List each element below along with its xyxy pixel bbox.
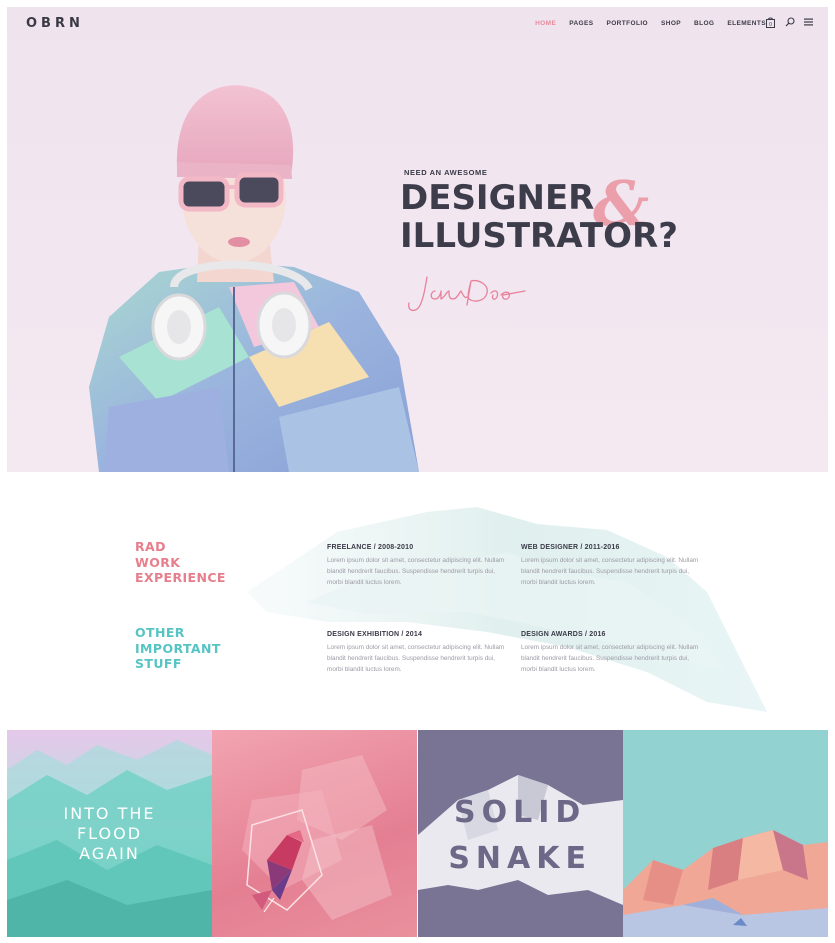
section-title-other-stuff: OTHER IMPORTANT STUFF [135, 625, 221, 672]
experience-item-title: WEB DESIGNER / 2011-2016 [521, 544, 620, 551]
title-line: STUFF [135, 656, 182, 671]
hero-headline-line1: DESIGNER [400, 178, 595, 218]
hero-section: OBRN HOME PAGES PORTFOLIO SHOP BLOG ELEM… [7, 7, 828, 472]
title-line: RAD [135, 539, 166, 554]
cart-icon[interactable]: 0 [765, 16, 776, 28]
tile-title-line: AGAIN [79, 844, 140, 863]
experience-item: FREELANCE / 2008-2010 Lorem ipsum dolor … [327, 544, 507, 589]
hero-portrait [89, 85, 419, 472]
mountain-watercolor-decoration [247, 507, 767, 712]
nav-item-home[interactable]: HOME [535, 20, 556, 27]
title-line: OTHER [135, 625, 185, 640]
tile-title-into-the-flood: INTO THE FLOOD AGAIN [7, 804, 212, 864]
experience-item: DESIGN EXHIBITION / 2014 Lorem ipsum dol… [327, 631, 507, 676]
experience-item-body: Lorem ipsum dolor sit amet, consectetur … [521, 557, 699, 587]
portfolio-grid: INTO THE FLOOD AGAIN SOLID SNAKE [7, 730, 828, 937]
experience-item-body: Lorem ipsum dolor sit amet, consectetur … [327, 644, 505, 674]
nav-item-elements[interactable]: ELEMENTS [727, 20, 766, 27]
tile-title-solid-snake: SOLID SNAKE [418, 790, 623, 882]
site-logo[interactable]: OBRN [26, 16, 84, 31]
nav-item-shop[interactable]: SHOP [661, 20, 681, 27]
nav-item-pages[interactable]: PAGES [569, 20, 593, 27]
nav-item-blog[interactable]: BLOG [694, 20, 714, 27]
geometric-bird-art [242, 755, 393, 920]
lowpoly-mountains-art [622, 830, 828, 937]
menu-icon[interactable] [803, 16, 814, 28]
title-line: EXPERIENCE [135, 570, 226, 585]
experience-section: RAD WORK EXPERIENCE OTHER IMPORTANT STUF… [7, 472, 828, 730]
top-navigation: OBRN HOME PAGES PORTFOLIO SHOP BLOG ELEM… [7, 7, 828, 41]
nav-icons: 0 [765, 16, 814, 28]
search-icon[interactable] [784, 16, 795, 28]
tile-title-line: FLOOD [76, 824, 143, 843]
hero-signature [408, 276, 526, 312]
hero-headline-line2: ILLUSTRATOR? [400, 216, 678, 256]
portfolio-tile-lowpoly-mountains[interactable] [622, 730, 828, 937]
experience-item-title: DESIGN AWARDS / 2016 [521, 631, 606, 638]
experience-item-body: Lorem ipsum dolor sit amet, consectetur … [521, 644, 699, 674]
experience-item-title: FREELANCE / 2008-2010 [327, 544, 414, 551]
tile-title-line: INTO THE [63, 804, 156, 823]
experience-item-title: DESIGN EXHIBITION / 2014 [327, 631, 423, 638]
experience-item-body: Lorem ipsum dolor sit amet, consectetur … [327, 557, 505, 587]
hero-tagline: NEED AN AWESOME [404, 168, 488, 177]
title-line: IMPORTANT [135, 640, 221, 656]
portfolio-tile-into-the-flood[interactable]: INTO THE FLOOD AGAIN [7, 730, 212, 937]
experience-item: DESIGN AWARDS / 2016 Lorem ipsum dolor s… [521, 631, 701, 676]
cart-count: 0 [769, 22, 772, 28]
title-line: WORK [135, 554, 181, 570]
page: OBRN HOME PAGES PORTFOLIO SHOP BLOG ELEM… [7, 7, 828, 937]
portfolio-tile-geometric-bird[interactable] [212, 730, 418, 937]
experience-item: WEB DESIGNER / 2011-2016 Lorem ipsum dol… [521, 544, 701, 589]
section-title-work-experience: RAD WORK EXPERIENCE [135, 539, 226, 586]
portfolio-tile-solid-snake[interactable]: SOLID SNAKE [417, 730, 623, 937]
hero-headline: DESIGNER ILLUSTRATOR? [400, 179, 678, 255]
tile-title-line: SNAKE [448, 841, 592, 876]
main-menu: HOME PAGES PORTFOLIO SHOP BLOG ELEMENTS [535, 20, 766, 27]
tile-title-line: SOLID [454, 795, 587, 830]
nav-item-portfolio[interactable]: PORTFOLIO [606, 20, 648, 27]
